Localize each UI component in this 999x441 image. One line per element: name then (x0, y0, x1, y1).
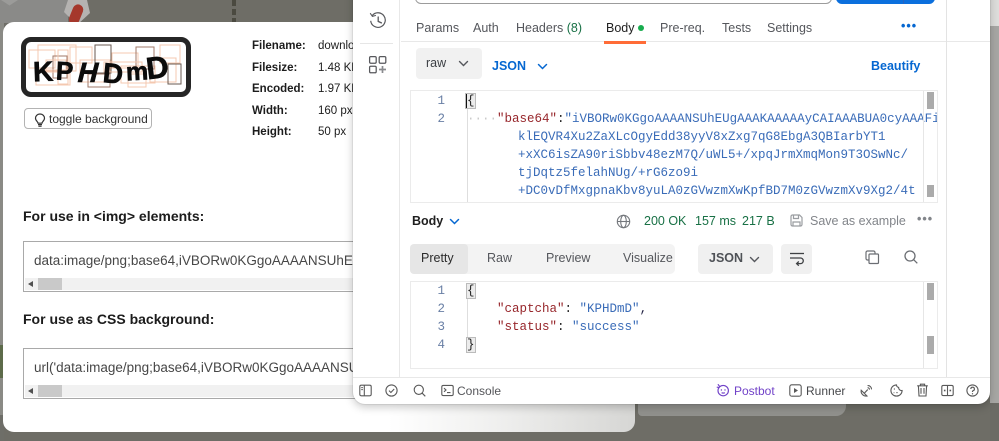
svg-text:K: K (32, 56, 53, 88)
svg-text:D: D (144, 49, 170, 86)
svg-text:P: P (55, 56, 74, 87)
svg-text:D: D (102, 57, 125, 90)
svg-text:H: H (74, 57, 102, 89)
